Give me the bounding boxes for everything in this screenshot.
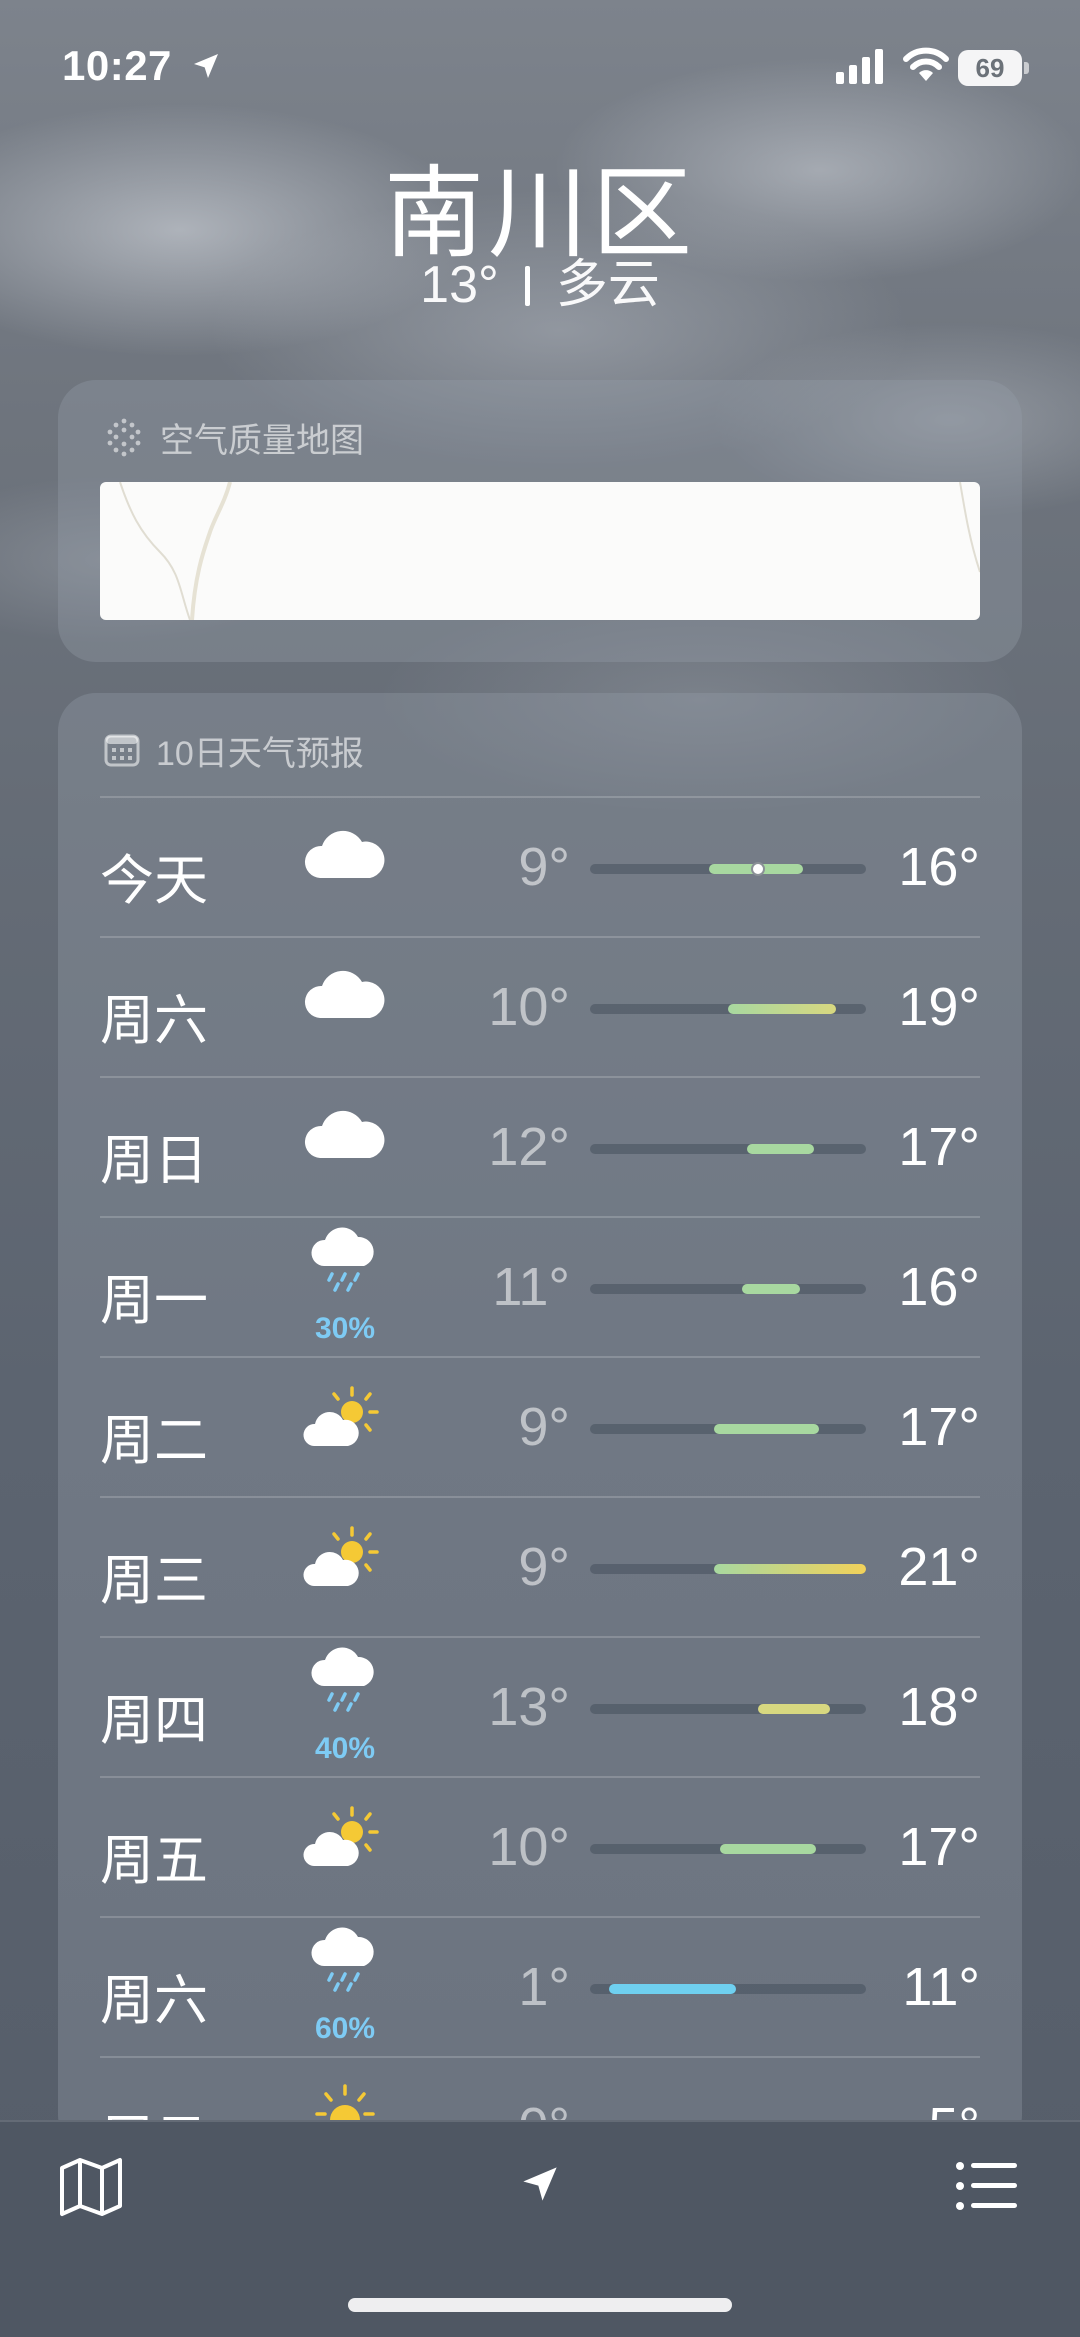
temperature-range-bar [590,862,866,876]
cellular-signal-icon [836,49,883,84]
forecast-day: 周六 [100,1971,208,2031]
forecast-day: 周五 [100,1831,208,1891]
temperature-range-bar [590,1284,866,1294]
forecast-row[interactable]: 周六 10° 19° [100,938,980,1078]
high-temperature: 16° [898,837,980,897]
high-temperature: 21° [898,1537,980,1597]
home-indicator[interactable] [348,2298,732,2312]
high-temperature: 18° [898,1677,980,1737]
current-condition: 多云 [555,256,660,314]
status-time: 10:27 [62,42,172,89]
map-icon[interactable] [58,2154,124,2220]
high-temperature: 11° [902,1957,980,2017]
low-temperature: 10° [488,977,570,1037]
precipitation-chance: 40% [314,1732,376,1765]
air-quality-dots-icon [107,418,141,457]
location-services-icon [194,54,218,78]
temperature-range-fill [741,1284,800,1294]
partly-sunny-icon [300,1800,410,1910]
low-temperature: 9° [518,837,570,897]
forecast-row[interactable]: 周一 30% 11° 16° [100,1218,980,1358]
high-temperature: 17° [898,1117,980,1177]
low-temperature: 13° [488,1677,570,1737]
wifi-icon [903,47,949,81]
partly-sunny-icon [300,1520,410,1630]
status-bar: 10:27 69 [0,0,1080,140]
forecast-day: 周一 [100,1271,208,1331]
temperature-range-fill [758,1704,831,1714]
air-quality-map[interactable] [100,482,980,620]
forecast-title: 10日天气预报 [156,734,364,773]
forecast-day: 今天 [100,851,208,911]
forecast-row[interactable]: 周五 10° 17° [100,1778,980,1918]
temperature-range-bar [590,1984,866,1994]
current-temperature: 13° [420,256,499,314]
temperature-range-fill [728,1004,836,1014]
calendar-icon [104,734,140,767]
temperature-range-fill [719,1844,817,1854]
high-temperature: 16° [898,1257,980,1317]
low-temperature: 11° [492,1257,570,1317]
low-temperature: 10° [488,1817,570,1877]
temperature-range-bar [590,1704,866,1714]
low-temperature: 9° [518,1397,570,1457]
temperature-range-fill [609,1984,737,1994]
ten-day-forecast-card: 10日天气预报 今天 9° 16° 周六 10° 19° 周日 12° 17° 周一 30% 11° 1… [58,693,1022,2153]
temperature-range-bar [590,1564,866,1574]
temperature-range-fill [714,1564,866,1574]
precipitation-chance: 30% [314,1312,376,1345]
temperature-range-fill [714,1424,820,1434]
low-temperature: 12° [488,1117,570,1177]
forecast-day: 周三 [100,1551,208,1611]
cloud-icon [300,1100,410,1210]
temperature-range-bar [590,1144,866,1154]
precipitation-chance: 60% [314,2012,376,2045]
current-conditions: 13° 多云 [0,242,1080,317]
battery-icon: 69 [958,50,1030,86]
forecast-row[interactable]: 周四 40% 13° 18° [100,1638,980,1778]
cloud-icon [300,960,410,1070]
temperature-range-bar [590,1844,866,1854]
air-quality-card[interactable]: 空气质量地图 [58,380,1022,662]
high-temperature: 17° [898,1397,980,1457]
forecast-header: 10日天气预报 [104,725,364,775]
air-quality-title: 空气质量地图 [160,421,364,460]
forecast-row[interactable]: 周二 9° 17° [100,1358,980,1498]
list-icon[interactable] [955,2158,1017,2214]
temperature-range-bar [590,1004,866,1014]
forecast-day: 周二 [100,1411,208,1471]
forecast-row[interactable]: 周六 60% 1° 11° [100,1918,980,2058]
forecast-day: 周六 [100,991,208,1051]
temperature-range-bar [590,1424,866,1434]
low-temperature: 1° [518,1957,570,2017]
temperature-range-fill [747,1144,814,1154]
forecast-row[interactable]: 周日 12° 17° [100,1078,980,1218]
location-arrow-icon[interactable] [520,2164,560,2204]
forecast-row[interactable]: 今天 9° 16° [100,798,980,938]
low-temperature: 9° [518,1537,570,1597]
battery-level: 69 [958,50,1022,86]
air-quality-header: 空气质量地图 [104,412,364,462]
forecast-day: 周四 [100,1691,208,1751]
forecast-day: 周日 [100,1131,208,1191]
forecast-row[interactable]: 周三 9° 21° [100,1498,980,1638]
high-temperature: 19° [898,977,980,1037]
partly-sunny-icon [300,1380,410,1490]
high-temperature: 17° [898,1817,980,1877]
cloud-icon [300,820,410,930]
